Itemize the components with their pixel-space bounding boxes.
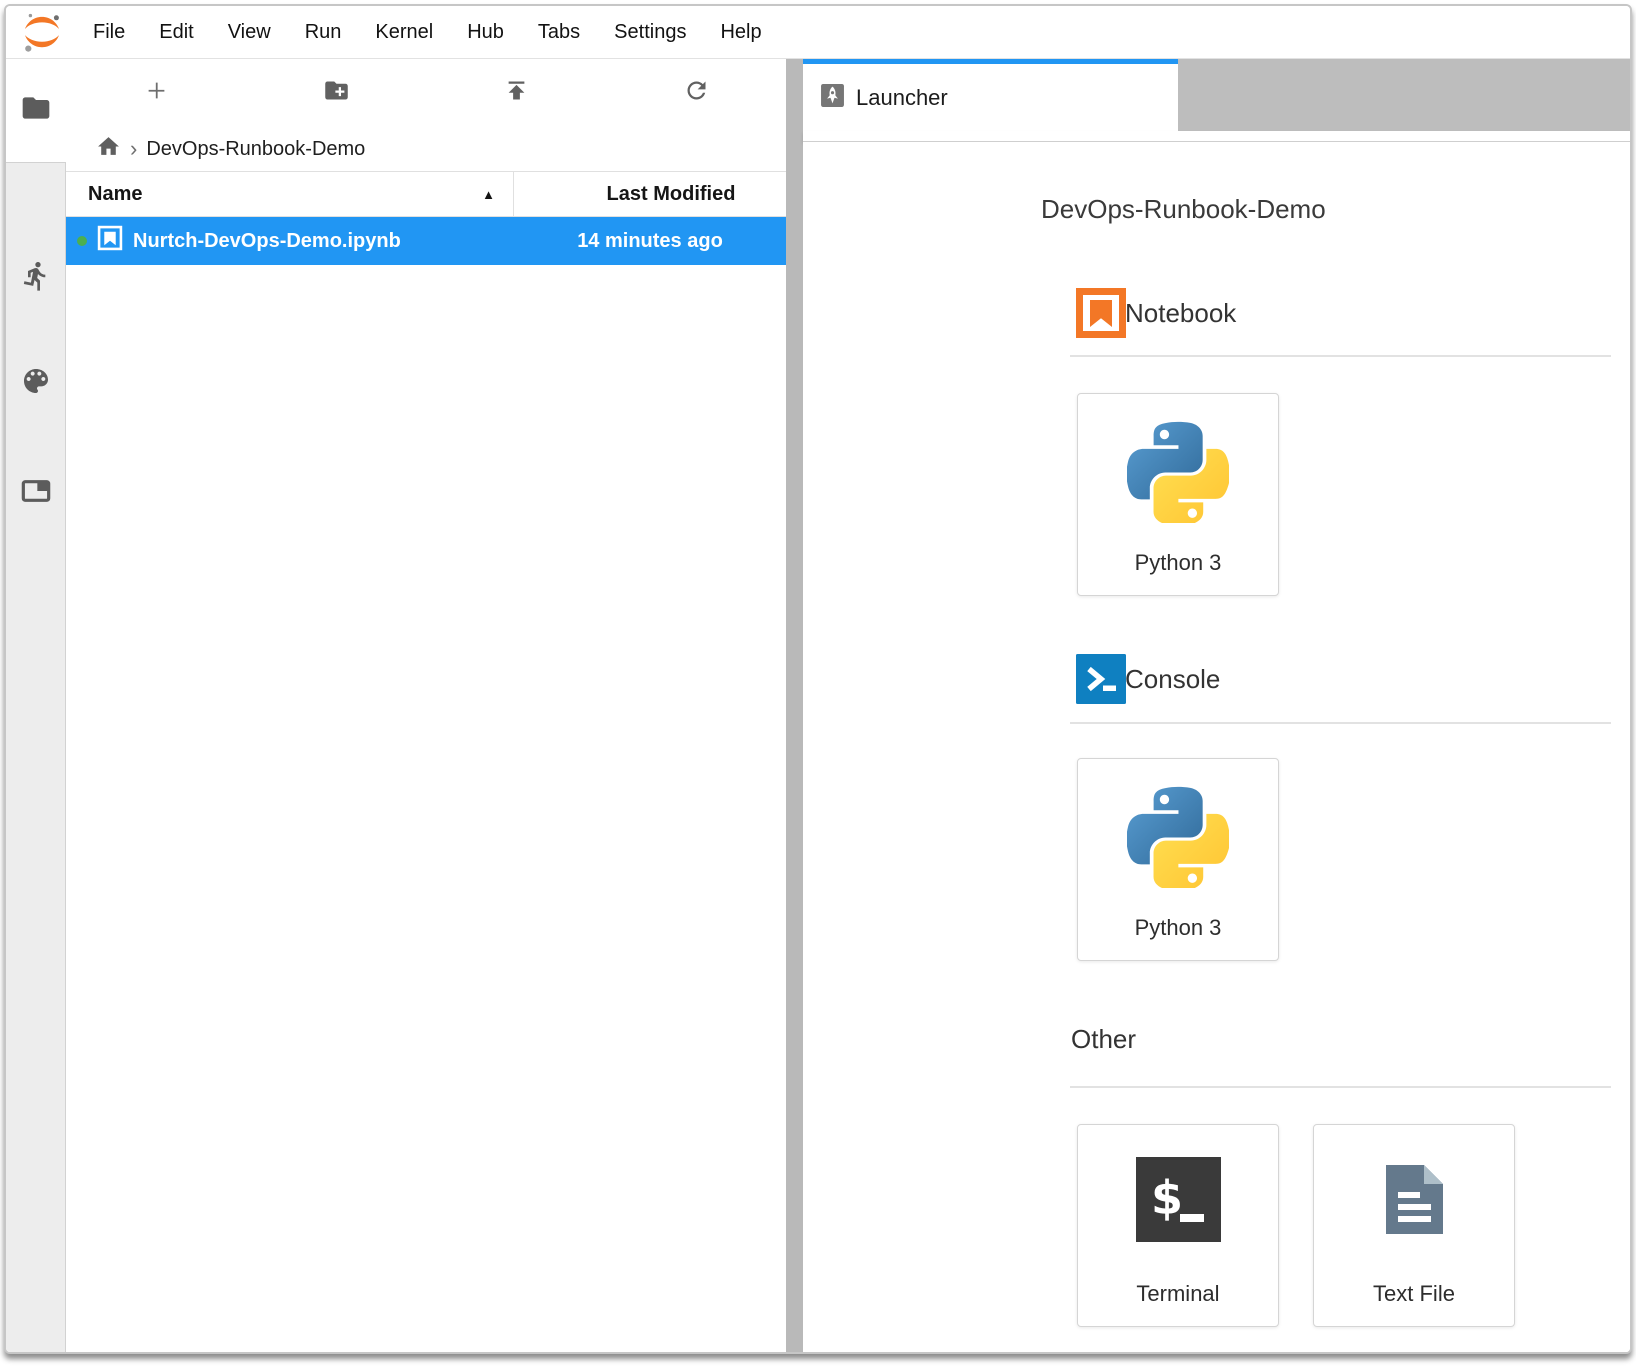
card-label: Python 3	[1135, 550, 1222, 576]
tab-bar-separator	[803, 131, 1630, 142]
sidebar-tab-files[interactable]	[6, 59, 66, 162]
launcher-panel: Launcher DevOps-Runbook-Demo Notebook	[803, 59, 1630, 1354]
tab-bar: Launcher	[803, 59, 1630, 131]
menu-run[interactable]: Run	[288, 21, 359, 44]
section-divider	[1070, 1086, 1611, 1088]
launcher-body: DevOps-Runbook-Demo Notebook	[803, 142, 1630, 1354]
new-launcher-plus-icon	[143, 77, 170, 109]
breadcrumb-separator: ›	[130, 139, 137, 159]
refresh-icon	[683, 77, 710, 109]
jupyterlab-window: File Edit View Run Kernel Hub Tabs Setti…	[4, 4, 1632, 1354]
launcher-card-terminal[interactable]: $ Terminal	[1077, 1124, 1279, 1327]
svg-text:$: $	[1151, 1171, 1183, 1225]
column-header-name[interactable]: Name ▲	[66, 172, 514, 216]
palette-icon	[20, 365, 52, 402]
card-label: Python 3	[1135, 915, 1222, 941]
section-label-notebook: Notebook	[1125, 288, 1236, 338]
upload-button[interactable]	[426, 59, 606, 127]
breadcrumb-current: DevOps-Runbook-Demo	[146, 138, 365, 161]
menu-hub[interactable]: Hub	[450, 21, 521, 44]
sort-ascending-icon: ▲	[482, 187, 495, 202]
menu-view[interactable]: View	[211, 21, 288, 44]
name-column-label: Name	[88, 183, 142, 206]
modified-column-label: Last Modified	[607, 183, 736, 206]
refresh-button[interactable]	[606, 59, 786, 127]
home-icon[interactable]	[96, 134, 121, 164]
console-blue-icon	[1076, 654, 1126, 704]
file-browser-panel: › DevOps-Runbook-Demo Name ▲ Last Modifi…	[66, 59, 786, 1354]
menu-tabs[interactable]: Tabs	[521, 21, 597, 44]
python-logo-icon	[1127, 786, 1229, 893]
menu-bar: File Edit View Run Kernel Hub Tabs Setti…	[6, 6, 1630, 59]
launcher-cwd-title: DevOps-Runbook-Demo	[1041, 194, 1326, 225]
file-list-empty-area	[66, 265, 786, 1354]
text-file-icon	[1372, 1157, 1457, 1247]
card-label: Text File	[1373, 1281, 1455, 1307]
running-man-icon	[20, 260, 52, 297]
new-folder-button[interactable]	[246, 59, 426, 127]
left-sidebar	[6, 59, 66, 1354]
python-logo-icon	[1127, 421, 1229, 528]
new-folder-icon	[323, 77, 350, 109]
launcher-card-console-python3[interactable]: Python 3	[1077, 758, 1279, 961]
menu-settings[interactable]: Settings	[597, 21, 703, 44]
section-divider	[1070, 722, 1611, 724]
section-label-console: Console	[1125, 654, 1220, 704]
panel-splitter[interactable]	[786, 59, 803, 1354]
upload-icon	[503, 77, 530, 109]
file-list-header: Name ▲ Last Modified	[66, 171, 786, 217]
rocket-icon	[820, 83, 845, 113]
sidebar-tab-open-tabs[interactable]	[19, 476, 53, 510]
menu-file[interactable]: File	[76, 21, 142, 44]
file-modified: 14 minutes ago	[514, 230, 786, 253]
menu-edit[interactable]: Edit	[142, 21, 210, 44]
column-header-modified[interactable]: Last Modified	[514, 183, 786, 206]
tab-launcher-label: Launcher	[856, 85, 948, 111]
notebook-orange-icon	[1076, 288, 1126, 338]
menu-kernel[interactable]: Kernel	[358, 21, 450, 44]
launcher-card-notebook-python3[interactable]: Python 3	[1077, 393, 1279, 596]
terminal-icon: $	[1136, 1157, 1221, 1247]
file-row-selected[interactable]: Nurtch-DevOps-Demo.ipynb 14 minutes ago	[66, 217, 786, 265]
file-name: Nurtch-DevOps-Demo.ipynb	[133, 230, 401, 253]
kernel-running-dot	[77, 236, 87, 246]
tab-launcher[interactable]: Launcher	[803, 59, 1178, 131]
sidebar-tab-commands[interactable]	[19, 366, 53, 400]
menu-help[interactable]: Help	[703, 21, 778, 44]
breadcrumb: › DevOps-Runbook-Demo	[66, 127, 786, 171]
launcher-card-text-file[interactable]: Text File	[1313, 1124, 1515, 1327]
section-divider	[1070, 355, 1611, 357]
tabs-icon	[20, 475, 52, 512]
sidebar-strip	[6, 162, 66, 1354]
folder-icon	[20, 92, 52, 129]
sidebar-tab-running[interactable]	[19, 261, 53, 295]
section-label-other: Other	[1071, 1021, 1136, 1057]
new-launcher-button[interactable]	[66, 59, 246, 127]
jupyter-logo-icon	[20, 10, 64, 54]
notebook-file-icon	[97, 225, 123, 257]
file-browser-toolbar	[66, 59, 786, 127]
card-label: Terminal	[1136, 1281, 1219, 1307]
